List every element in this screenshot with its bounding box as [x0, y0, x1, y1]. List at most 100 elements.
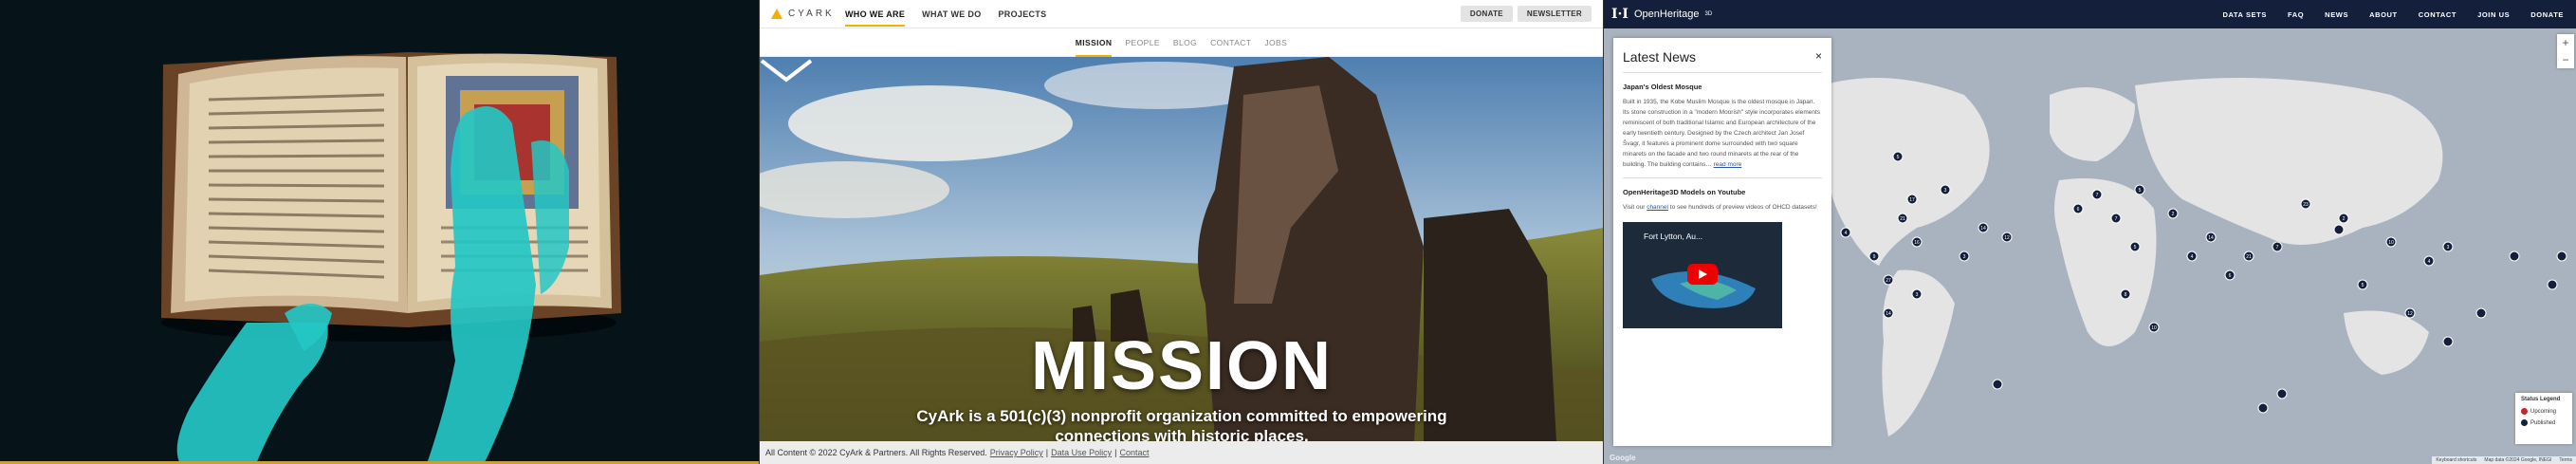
map-marker-label[interactable]: 2 — [2343, 216, 2346, 222]
legend-label: Published — [2530, 419, 2556, 426]
divider — [1623, 72, 1822, 73]
map-marker-label[interactable]: 14 — [2208, 235, 2214, 241]
book-with-hands-image — [0, 0, 759, 464]
subnav-contact[interactable]: CONTACT — [1210, 34, 1251, 51]
nav-donate[interactable]: DONATE — [2530, 10, 2564, 19]
nav-contact[interactable]: CONTACT — [2419, 10, 2456, 19]
map-marker-label[interactable]: 10 — [2388, 240, 2394, 246]
openheritage-top-bar: I·I OpenHeritage 3D DATA SETS FAQ NEWS AB… — [1604, 0, 2576, 28]
map-marker-label[interactable]: 3 — [1963, 254, 1966, 260]
legend-item-published: Published — [2521, 419, 2567, 426]
map-marker-label[interactable]: 12 — [2407, 311, 2413, 317]
chevron-down-icon[interactable] — [760, 57, 813, 84]
map-marker-label[interactable]: 9 — [1873, 254, 1876, 260]
cyark-sub-nav: MISSION PEOPLE BLOG CONTACT JOBS — [760, 28, 1603, 57]
subnav-mission[interactable]: MISSION — [1075, 34, 1113, 57]
zoom-in-button[interactable]: + — [2557, 34, 2574, 51]
contact-link[interactable]: Contact — [1119, 448, 1149, 457]
legend-title: Status Legend — [2521, 397, 2561, 402]
map-marker-label[interactable]: 7 — [2115, 216, 2118, 222]
map-zoom-controls: + − — [2557, 34, 2574, 68]
footer-separator: | — [1114, 448, 1117, 457]
nav-join-us[interactable]: JOIN US — [2477, 10, 2510, 19]
map-marker-label[interactable]: 16 — [1914, 240, 1920, 246]
map-marker-label[interactable]: 6 — [2229, 273, 2232, 279]
terms-link[interactable]: Terms — [2559, 457, 2572, 463]
legend-item-upcoming: Upcoming — [2521, 408, 2567, 415]
map-marker-label[interactable]: 2 — [2172, 212, 2175, 217]
openheritage-panel: I·I OpenHeritage 3D DATA SETS FAQ NEWS AB… — [1603, 0, 2576, 464]
map-marker-label[interactable]: 5 — [1897, 155, 1900, 160]
cyark-logo[interactable]: CYARK — [771, 9, 837, 19]
openheritage-logo[interactable]: I·I OpenHeritage 3D — [1611, 7, 1712, 22]
footer-separator: | — [1045, 448, 1049, 457]
map-marker-label[interactable]: 7 — [2276, 245, 2279, 251]
donate-button[interactable]: DONATE — [1460, 6, 1513, 22]
article-text-suffix: to see hundreds of preview videos of OHC… — [1669, 204, 1817, 211]
cyark-main-nav: WHO WE ARE WHAT WE DO PROJECTS — [845, 0, 1046, 28]
map-marker-label[interactable]: 8 — [2125, 292, 2127, 298]
nav-who-we-are[interactable]: WHO WE ARE — [845, 0, 906, 28]
map-marker-label[interactable]: 4 — [2191, 254, 2194, 260]
map-marker-label[interactable]: 27 — [1886, 278, 1891, 284]
read-more-link[interactable]: read more — [1714, 161, 1742, 168]
cyark-top-bar: CYARK WHO WE ARE WHAT WE DO PROJECTS DON… — [760, 0, 1603, 28]
footer-copyright: All Content © 2022 CyArk & Partners. All… — [765, 448, 987, 457]
book-photo-panel — [0, 0, 759, 464]
nav-faq[interactable]: FAQ — [2288, 10, 2304, 19]
close-icon[interactable]: × — [1815, 49, 1822, 63]
map-marker-label[interactable]: 12 — [2004, 235, 2010, 241]
hero-description: CyArk is a 501(c)(3) nonprofit organizat… — [916, 407, 1447, 441]
map-marker-label[interactable]: 14 — [1886, 311, 1891, 317]
article-title: OpenHeritage3D Models on Youtube — [1623, 188, 1746, 196]
article-text: Built in 1935, the Kobe Muslim Mosque is… — [1623, 99, 1821, 168]
cyark-logo-text: CYARK — [788, 9, 835, 19]
map-marker-label[interactable]: 4 — [2428, 259, 2431, 265]
play-icon[interactable] — [1687, 264, 1718, 285]
cyark-panel: CYARK WHO WE ARE WHAT WE DO PROJECTS DON… — [759, 0, 1603, 464]
nav-what-we-do[interactable]: WHAT WE DO — [922, 0, 981, 28]
map-marker-label[interactable]: 7 — [2096, 193, 2099, 198]
subnav-blog[interactable]: BLOG — [1173, 34, 1197, 51]
article-body: Built in 1935, the Kobe Muslim Mosque is… — [1623, 97, 1822, 170]
published-dot-icon — [2521, 419, 2528, 426]
map-attribution: Keyboard shortcuts Map data ©2024 Google… — [2432, 456, 2576, 464]
map-marker-label[interactable]: 3 — [2447, 245, 2450, 251]
keyboard-shortcuts-link[interactable]: Keyboard shortcuts — [2436, 457, 2476, 463]
nav-data-sets[interactable]: DATA SETS — [2222, 10, 2267, 19]
latest-news-panel: Latest News × Japan's Oldest Mosque Buil… — [1613, 38, 1831, 446]
google-logo: Google — [1610, 454, 1636, 462]
newsletter-button[interactable]: NEWSLETTER — [1517, 6, 1592, 22]
privacy-policy-link[interactable]: Privacy Policy — [990, 448, 1043, 457]
map-marker-label[interactable]: 5 — [2134, 245, 2137, 251]
map-marker-label[interactable]: 21 — [2246, 254, 2252, 260]
map-marker-label[interactable]: 23 — [2303, 202, 2309, 208]
nav-about[interactable]: ABOUT — [2369, 10, 2398, 19]
openheritage-nav: DATA SETS FAQ NEWS ABOUT CONTACT JOIN US… — [2222, 10, 2576, 19]
article-title: Japan's Oldest Mosque — [1623, 83, 1702, 91]
channel-link[interactable]: channel — [1647, 204, 1668, 211]
article-body: Visit our channel to see hundreds of pre… — [1623, 202, 1822, 213]
zoom-out-button[interactable]: − — [2557, 51, 2574, 68]
nav-news[interactable]: NEWS — [2325, 10, 2348, 19]
map-marker-label[interactable]: 14 — [1980, 226, 1986, 232]
video-title: Fort Lytton, Au... — [1644, 232, 1703, 241]
nav-projects[interactable]: PROJECTS — [999, 0, 1047, 28]
subnav-jobs[interactable]: JOBS — [1264, 34, 1287, 51]
map-marker-label[interactable]: 17 — [1909, 197, 1915, 203]
map-marker-label[interactable]: 4 — [1845, 231, 1848, 236]
youtube-video-embed[interactable]: Fort Lytton, Au... — [1623, 222, 1782, 328]
map-marker-label[interactable]: 3 — [1944, 188, 1947, 194]
map-marker-label[interactable]: 10 — [2151, 325, 2157, 331]
map-marker-label[interactable]: 5 — [2139, 188, 2142, 194]
data-use-policy-link[interactable]: Data Use Policy — [1051, 448, 1112, 457]
map-marker-label[interactable]: 6 — [2077, 207, 2080, 213]
map-marker-label[interactable]: 21 — [1900, 216, 1905, 222]
news-panel-title: Latest News — [1623, 49, 1697, 65]
divider — [1623, 177, 1822, 178]
article-text-prefix: Visit our — [1623, 204, 1646, 211]
subnav-people[interactable]: PEOPLE — [1125, 34, 1159, 51]
map-marker-label[interactable]: 5 — [2362, 283, 2364, 288]
map-marker-label[interactable]: 3 — [1916, 292, 1919, 298]
openheritage-logo-text: OpenHeritage — [1633, 9, 1700, 20]
